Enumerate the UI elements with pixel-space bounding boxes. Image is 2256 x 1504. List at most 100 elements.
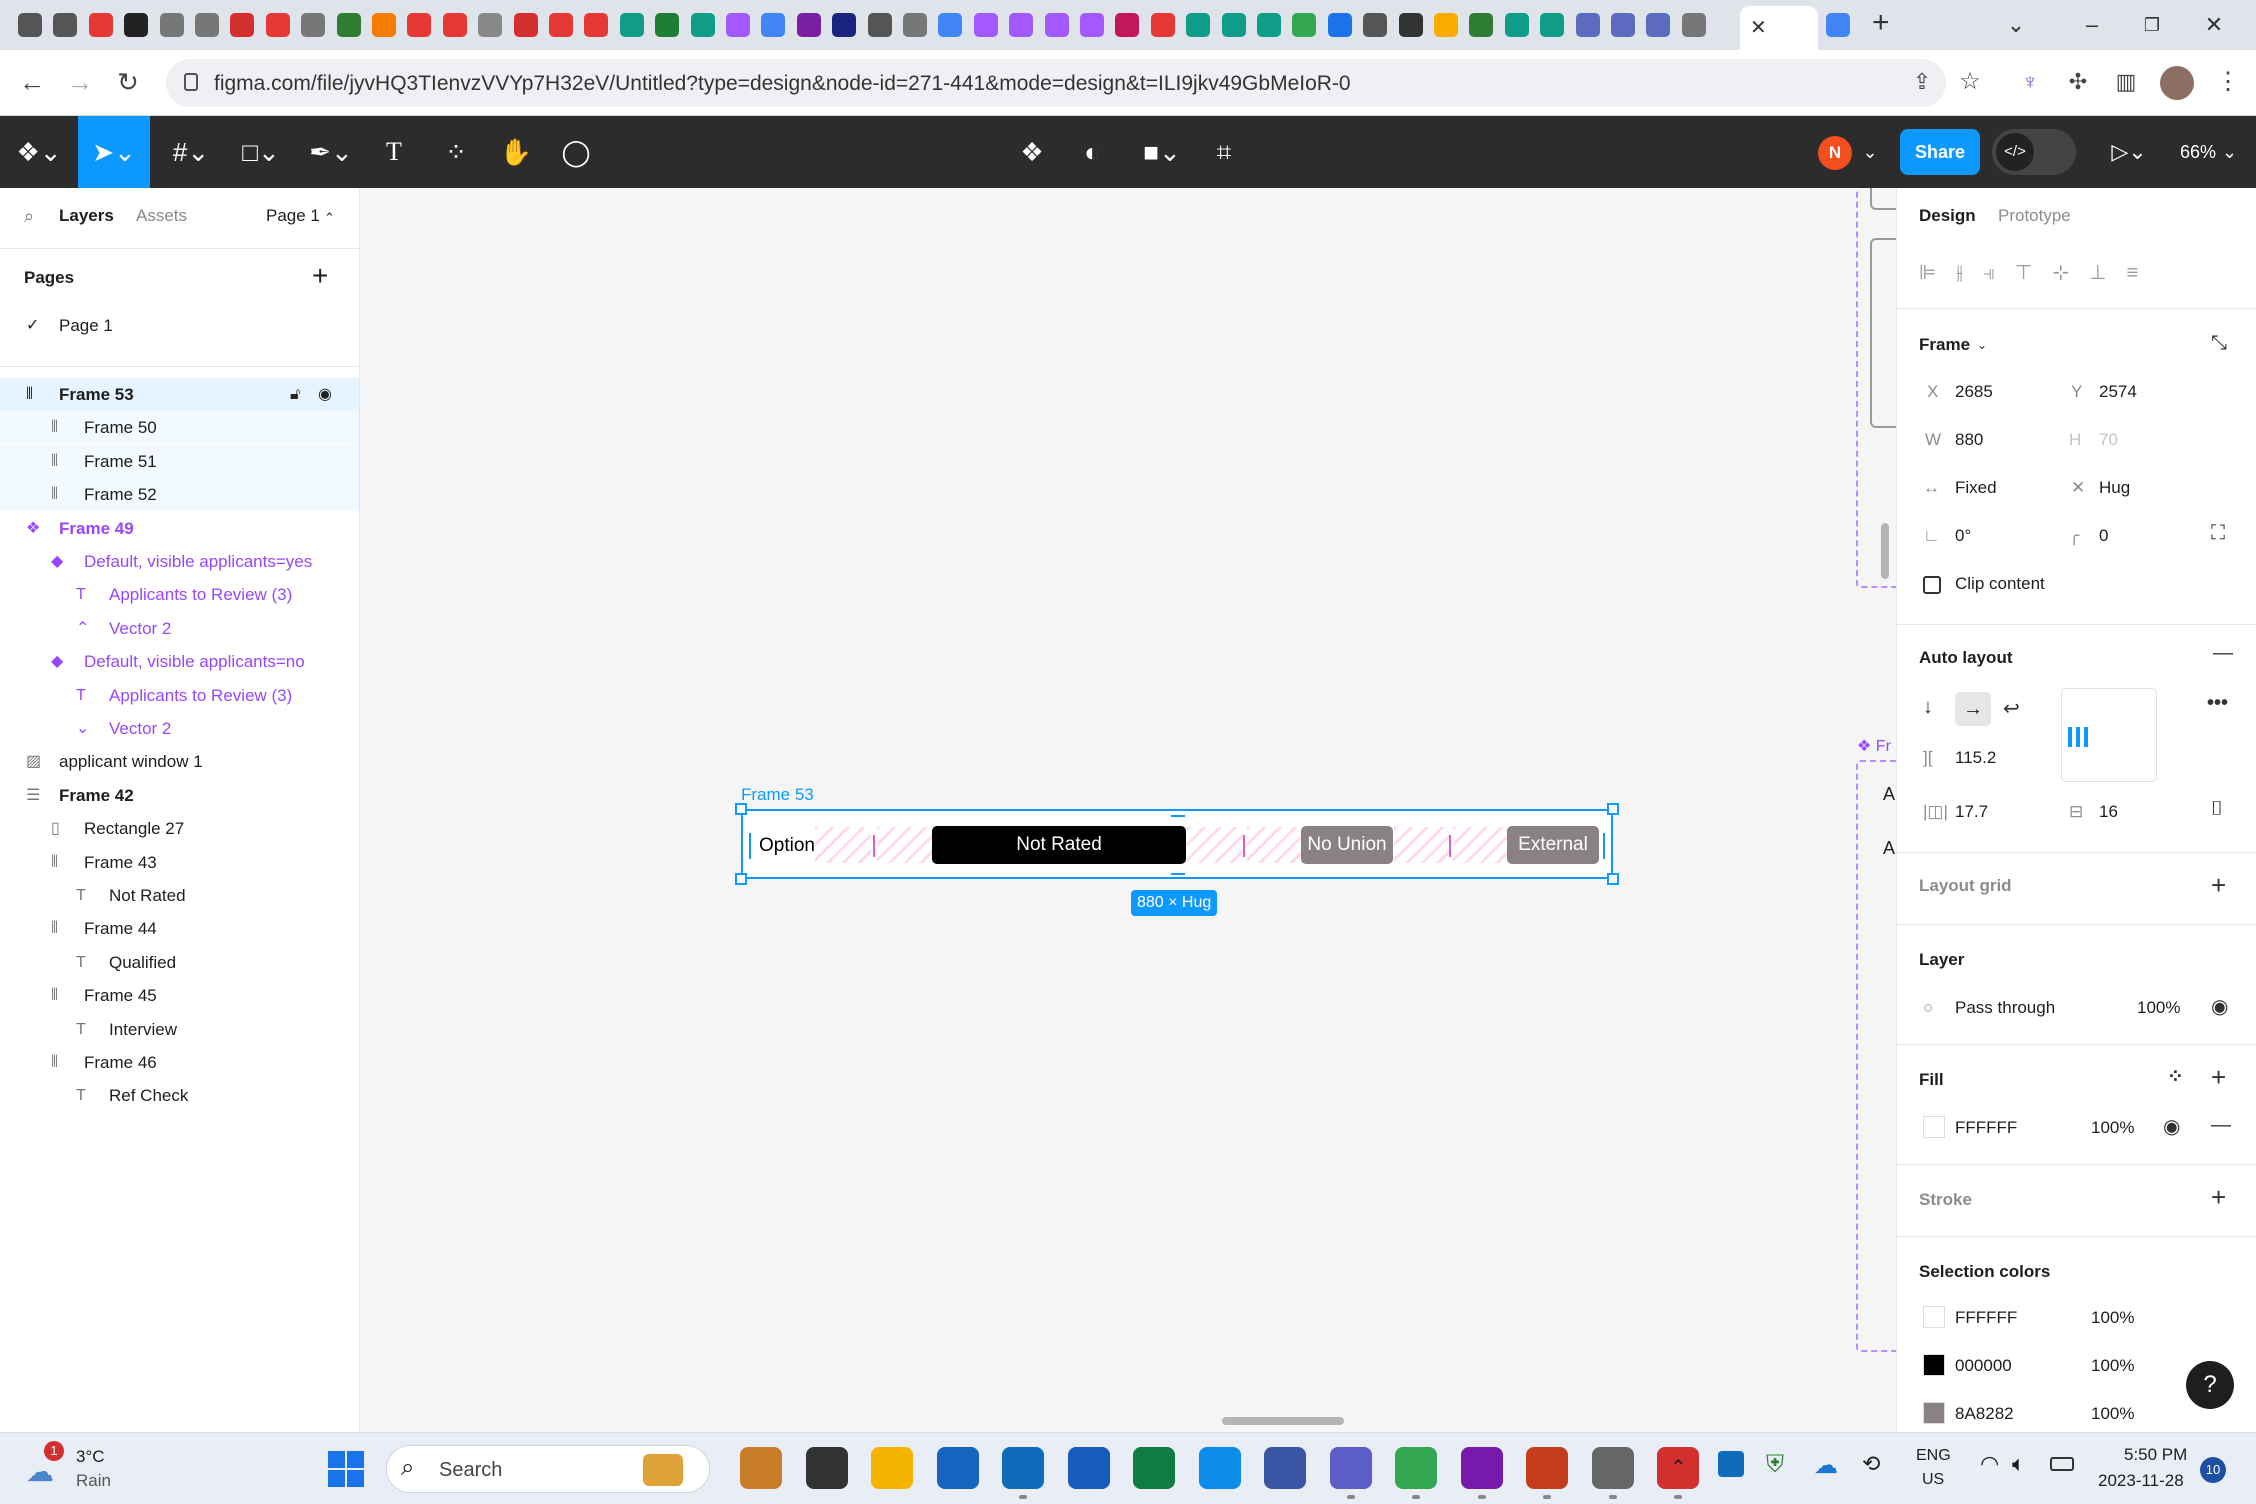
bookmark-star-icon[interactable]: ☆ [1950,62,1990,102]
status-pill-not-rated[interactable]: Not Rated [932,826,1186,864]
chrome-menu-icon[interactable]: ⋮ [2208,62,2248,102]
more-options-icon[interactable]: ••• [2207,692,2228,715]
y-input[interactable]: 2574 [2099,382,2137,402]
tab-favicon-icon[interactable] [867,13,892,37]
back-icon[interactable]: ← [12,62,52,102]
layer-row[interactable]: T Applicants to Review (3) [0,578,359,611]
tab-favicon-icon[interactable] [1221,13,1246,37]
tab-favicon-icon[interactable] [1826,13,1850,37]
fill-opacity-input[interactable]: 100% [2091,1118,2134,1138]
clip-content-checkbox[interactable] [1923,576,1941,594]
extensions-puzzle-icon[interactable]: ✣ [2058,62,2098,102]
contrast-icon[interactable]: ◐ [1072,116,1112,188]
page-item-page-1[interactable]: ✓ Page 1 [0,302,359,350]
frame-section-title[interactable]: Frame [1919,335,1970,355]
terminal-icon[interactable] [805,1447,848,1489]
weather-widget[interactable]: ☁ 1 [26,1441,66,1487]
tab-favicon-icon[interactable] [478,13,503,37]
align-top-icon[interactable]: ⊤ [2015,262,2052,284]
fill-swatch[interactable] [1923,1116,1945,1138]
selection-color-hex[interactable]: FFFFFF [1955,1308,2017,1328]
align-middle-icon[interactable]: ⊹ [2052,262,2089,284]
layer-row[interactable]: ▯ Rectangle 27 [0,812,359,845]
excel-icon[interactable] [1133,1447,1175,1489]
status-pill-external[interactable]: External [1507,826,1599,864]
tab-favicon-icon[interactable] [1575,13,1600,37]
tab-favicon-icon[interactable] [18,13,42,37]
tab-favicon-icon[interactable] [1398,13,1423,37]
edge-icon[interactable] [1198,1447,1241,1489]
tab-favicon-icon[interactable] [832,13,857,37]
layer-row[interactable]: T Ref Check [0,1079,359,1112]
selection-color-hex[interactable]: 000000 [1955,1356,2012,1376]
add-fill-icon[interactable]: + [2211,1062,2226,1093]
tab-favicon-icon[interactable] [1611,13,1635,37]
window-close-icon[interactable]: ✕ [2194,8,2234,42]
shape-tool-icon[interactable]: □⌄ [236,116,286,188]
tab-layers[interactable]: Layers [59,206,114,226]
hand-tool-icon[interactable]: ✋ [496,116,536,188]
align-right-icon[interactable]: ⫣ [1983,262,2015,284]
new-tab-button[interactable]: + [1872,6,1890,40]
selection-color-opacity[interactable]: 100% [2091,1308,2134,1328]
dev-mode-toggle[interactable]: </> [1992,129,2076,175]
vertical-direction-icon[interactable]: ↓ [1923,696,1933,719]
components-icon[interactable]: ❖ [1012,116,1052,188]
outlook-tray-icon[interactable] [1718,1451,1744,1477]
resize-handle-bottom-left[interactable] [735,873,747,885]
x-input[interactable]: 2685 [1955,382,1993,402]
tab-search-chevron-icon[interactable]: ⌄ [1996,8,2036,42]
layer-row[interactable]: ⌃ Vector 2 [0,612,359,645]
visibility-eye-icon[interactable]: ◉ [2211,994,2228,1019]
tab-favicon-icon[interactable] [88,13,113,37]
word-icon[interactable] [1067,1447,1110,1489]
horizontal-scrollbar[interactable] [1222,1417,1344,1425]
layer-row[interactable]: ⦀ Frame 51 [0,444,359,478]
alignment-tools[interactable]: ⊫⫲⫣⊤⊹⊥≡ [1919,260,2255,285]
layer-opacity-input[interactable]: 100% [2137,998,2180,1018]
tab-favicon-icon[interactable] [301,13,326,37]
store-icon[interactable] [936,1447,979,1489]
tab-design[interactable]: Design [1919,206,1976,226]
resize-handle-top-left[interactable] [735,803,747,815]
align-center-icon[interactable]: ⫲ [1956,262,1982,284]
notification-count-badge[interactable]: 10 [2200,1457,2226,1483]
restore-icon[interactable]: ❐ [2132,8,2172,42]
selection-color-swatch[interactable] [1923,1402,1945,1424]
wifi-icon[interactable]: ◠ [1980,1451,1999,1477]
height-mode-select[interactable]: Hug [2099,478,2130,498]
resize-to-fit-icon[interactable]: ⤡ [2211,332,2227,355]
unlock-icon[interactable]: 🔓︎ [290,378,300,411]
help-button[interactable]: ? [2186,1361,2234,1409]
tab-favicon-icon[interactable] [726,13,750,37]
design-canvas[interactable]: ❖ Fr A A Frame 53 Option Not Rated No Un… [360,188,1896,1432]
layer-row[interactable]: ▨ applicant window 1 [0,745,359,778]
layer-row[interactable]: ⦀ Frame 43 [0,846,359,879]
tab-favicon-icon[interactable] [655,13,680,37]
layer-row[interactable]: T Qualified [0,946,359,979]
visibility-eye-icon[interactable]: ◉ [318,378,332,411]
close-tab-icon[interactable]: ✕ [1750,15,1767,40]
frame-tool-icon[interactable]: #⌄ [166,116,216,188]
windows-start-icon[interactable] [328,1451,364,1487]
boolean-icon[interactable]: ■⌄ [1136,116,1188,188]
tab-favicon-icon[interactable] [1186,13,1211,37]
minimize-icon[interactable]: – [2072,8,2112,42]
individual-padding-icon[interactable]: ⌷ [2211,798,2223,821]
tab-favicon-icon[interactable] [973,13,998,37]
tab-favicon-icon[interactable] [1044,13,1069,37]
selection-color-opacity[interactable]: 100% [2091,1404,2134,1424]
tab-favicon-icon[interactable] [584,13,609,37]
rotation-input[interactable]: 0° [1955,526,1971,546]
layer-row[interactable]: ⦀ Frame 46 [0,1046,359,1079]
powerpoint-icon[interactable] [1526,1447,1568,1489]
tab-favicon-icon[interactable] [1540,13,1565,37]
resize-handle-bottom-right[interactable] [1607,873,1619,885]
teams-icon[interactable] [1329,1447,1372,1489]
omnibox[interactable]: figma.com/file/jyvHQ3TIenvzVVYp7H32eV/Un… [166,59,1946,107]
w-input[interactable]: 880 [1955,430,1983,450]
battery-icon[interactable] [2050,1457,2074,1471]
chevron-up-icon[interactable]: ⌃ [324,210,335,226]
tab-favicon-icon[interactable] [513,13,538,37]
tab-favicon-icon[interactable] [1150,13,1175,37]
